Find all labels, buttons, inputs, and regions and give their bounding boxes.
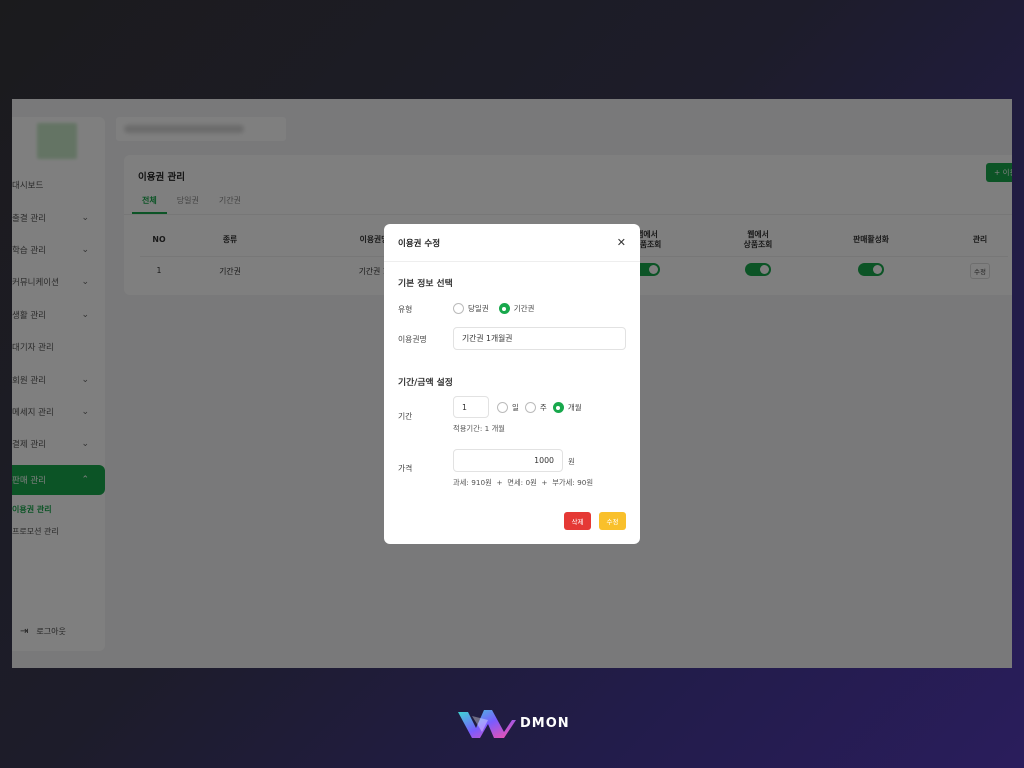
period-input[interactable]: 1 (453, 396, 489, 418)
tax-breakdown: 과세: 910원 + 면세: 0원 + 부가세: 90원 (453, 478, 594, 487)
edit-ticket-modal: 이용권 수정 ✕ 기본 정보 선택 유형 당일권 기간권 이용권명 기간권 1개… (384, 224, 640, 544)
radio-day[interactable] (497, 402, 508, 413)
radio-daily-label: 당일권 (468, 304, 489, 313)
section-period-title: 기간/금액 설정 (398, 378, 453, 388)
ticket-name-label: 이용권명 (398, 335, 427, 344)
save-button[interactable]: 수정 (599, 512, 626, 530)
radio-period-label: 기간권 (513, 304, 535, 313)
price-label: 가격 (398, 464, 413, 473)
section-basic-title: 기본 정보 선택 (398, 279, 453, 289)
close-icon[interactable]: ✕ (617, 236, 626, 249)
radio-day-label: 일 (512, 403, 519, 412)
period-label: 기간 (398, 412, 413, 421)
ticket-name-input[interactable]: 기간권 1개월권 (453, 327, 626, 350)
radio-month-label: 개월 (567, 403, 582, 412)
brand-name: DMON (520, 715, 570, 731)
dmon-logo-icon (458, 710, 516, 738)
radio-week[interactable] (524, 402, 536, 413)
period-unit-radio-group: 일 주 개월 (497, 402, 582, 413)
radio-month[interactable] (552, 402, 564, 413)
delete-button[interactable]: 삭제 (564, 512, 591, 530)
type-radio-group: 당일권 기간권 (453, 303, 534, 314)
price-unit: 원 (568, 457, 575, 466)
modal-header: 이용권 수정 ✕ (384, 224, 640, 262)
app-screen: 대시보드 출결 관리⌄ 학습 관리⌄ 커뮤니케이션⌄ 생활 관리⌄ 대기자 관리… (12, 99, 1012, 668)
radio-week-label: 주 (539, 403, 547, 412)
radio-daily[interactable] (453, 303, 464, 314)
modal-title: 이용권 수정 (398, 238, 441, 249)
period-hint: 적용기간: 1 개월 (453, 424, 506, 433)
radio-period[interactable] (498, 303, 510, 314)
type-label: 유형 (398, 305, 413, 314)
brand-logo: DMON (458, 706, 570, 740)
price-input[interactable]: 1000 (453, 449, 563, 472)
